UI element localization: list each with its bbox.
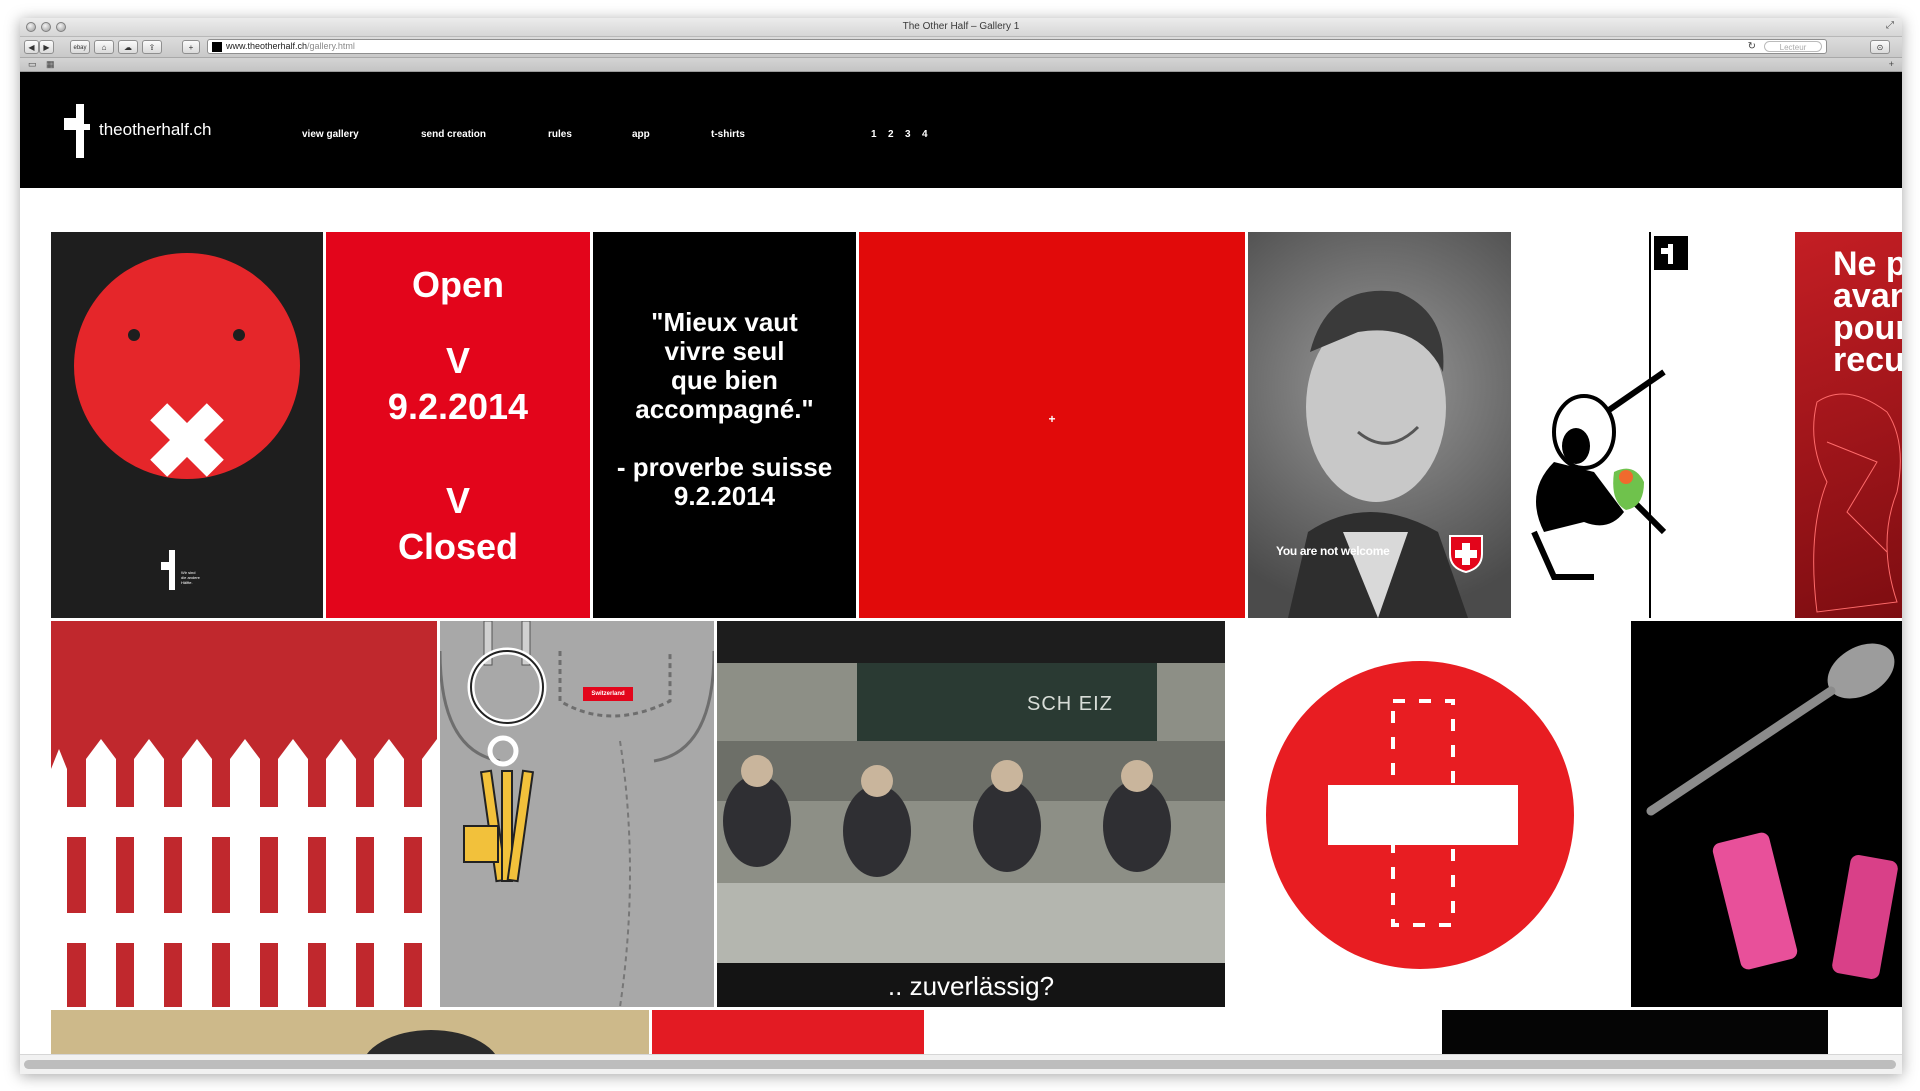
gallery-item-red-face[interactable]: Wir sind die andere Hälfte.: [51, 232, 323, 618]
nav-view-gallery[interactable]: view gallery: [302, 129, 359, 140]
address-text: www.theotherhalf.ch/gallery.html: [226, 41, 355, 51]
site-logo-icon[interactable]: [64, 104, 90, 158]
gallery-item-portrait[interactable]: You are not welcome: [1248, 232, 1511, 618]
no-entry-sign-icon: [1266, 661, 1574, 969]
window-title: The Other Half – Gallery 1: [902, 21, 1020, 32]
gallery-item-fence[interactable]: [51, 621, 437, 1007]
home-button[interactable]: ⌂: [94, 40, 114, 54]
white-fence-illustration: [51, 739, 437, 1007]
top-sites-icon[interactable]: ▦: [46, 59, 55, 70]
browser-window: The Other Half – Gallery 1 ⤢ ◀ ▶ ebay ⌂ …: [20, 18, 1902, 1074]
reading-list-icon[interactable]: ▭: [28, 59, 37, 70]
poster-v-bottom: V: [445, 480, 470, 521]
scrollbar-thumb[interactable]: [24, 1060, 1896, 1069]
back-button[interactable]: ◀: [24, 40, 39, 54]
add-bookmark-icon[interactable]: +: [1889, 59, 1894, 69]
spoon-and-pink-objects-photo: [1646, 643, 1898, 979]
address-bar[interactable]: www.theotherhalf.ch/gallery.html ↻ Lecte…: [207, 39, 1827, 54]
page-link-4[interactable]: 4: [922, 129, 928, 140]
jeans-pocket-keys-illustration: [440, 621, 714, 1007]
gallery-item-proverb[interactable]: "Mieux vaut vivre seul que bien accompag…: [593, 232, 856, 618]
chalkboard-writing: SCH EIZ: [1027, 693, 1113, 715]
fullscreen-icon[interactable]: ⤢: [1886, 20, 1894, 31]
swiss-shield-icon: [1449, 535, 1483, 574]
poster-closed-text: Closed: [397, 526, 519, 567]
bookmarks-bar: ▭ ▦ +: [20, 58, 1902, 72]
icloud-button[interactable]: ☁: [118, 40, 138, 54]
gallery-item-no-entry[interactable]: [1228, 621, 1628, 1007]
site-logo-text[interactable]: theotherhalf.ch: [99, 120, 211, 140]
tiny-cross-icon: +: [1048, 412, 1056, 426]
video-subtitle: .. zuverlässig?: [887, 971, 1055, 1001]
page-link-2[interactable]: 2: [888, 129, 894, 140]
nav-rules[interactable]: rules: [548, 129, 572, 140]
downloads-button[interactable]: ⊙: [1870, 40, 1890, 54]
silenced-face-illustration: [74, 253, 300, 590]
title-bar: The Other Half – Gallery 1 ⤢: [20, 18, 1902, 37]
gallery-item-classroom-video[interactable]: SCH EIZ .. zuverlässig?: [717, 621, 1225, 1007]
browser-toolbar: ◀ ▶ ebay ⌂ ☁ ⇪ + www.theotherhalf.ch/gal…: [20, 37, 1902, 58]
web-page: theotherhalf.ch view gallery send creati…: [20, 72, 1902, 1074]
ebay-bookmark-button[interactable]: ebay: [70, 40, 90, 54]
site-favicon: [212, 42, 222, 52]
share-button[interactable]: ⇪: [142, 40, 162, 54]
small-logo-caption: Wir sind die andere Hälfte.: [181, 570, 200, 585]
reader-button[interactable]: Lecteur: [1764, 41, 1822, 52]
cartoon-figure-illustration: [1531, 232, 1688, 618]
page-link-1[interactable]: 1: [871, 129, 877, 140]
reload-icon[interactable]: ↻: [1748, 40, 1756, 53]
nav-t-shirts[interactable]: t-shirts: [711, 129, 745, 140]
gallery-item-red-plus[interactable]: +: [859, 232, 1245, 618]
gallery-item-spoon[interactable]: [1631, 621, 1902, 1007]
portrait-caption: You are not welcome: [1276, 544, 1390, 558]
gallery-item-keys[interactable]: Switzerland: [440, 621, 714, 1007]
swiss-map-outline: [1813, 393, 1901, 613]
site-header: theotherhalf.ch view gallery send creati…: [20, 72, 1902, 188]
nav-send-creation[interactable]: send creation: [421, 129, 486, 140]
proverb-text: "Mieux vaut vivre seul que bien accompag…: [616, 307, 833, 511]
gallery-item-partial-poster[interactable]: Ne p avan pour recu: [1795, 232, 1902, 618]
new-tab-button[interactable]: +: [182, 40, 200, 54]
poster-open-text: Open: [411, 264, 504, 305]
page-link-3[interactable]: 3: [905, 129, 911, 140]
horizontal-scrollbar[interactable]: [20, 1054, 1902, 1074]
switzerland-tag: Switzerland: [583, 687, 633, 701]
forward-button[interactable]: ▶: [39, 40, 54, 54]
poster-date: 9.2.2014: [387, 386, 529, 427]
gallery-item-cartoon[interactable]: [1514, 232, 1792, 618]
partial-poster-text: Ne p avan pour recu: [1833, 245, 1902, 379]
classroom-video-still: [717, 621, 1225, 1007]
poster-v-top: V: [445, 340, 470, 381]
gallery-item-open-closed[interactable]: Open V 9.2.2014 V Closed: [326, 232, 590, 618]
nav-app[interactable]: app: [632, 129, 650, 140]
